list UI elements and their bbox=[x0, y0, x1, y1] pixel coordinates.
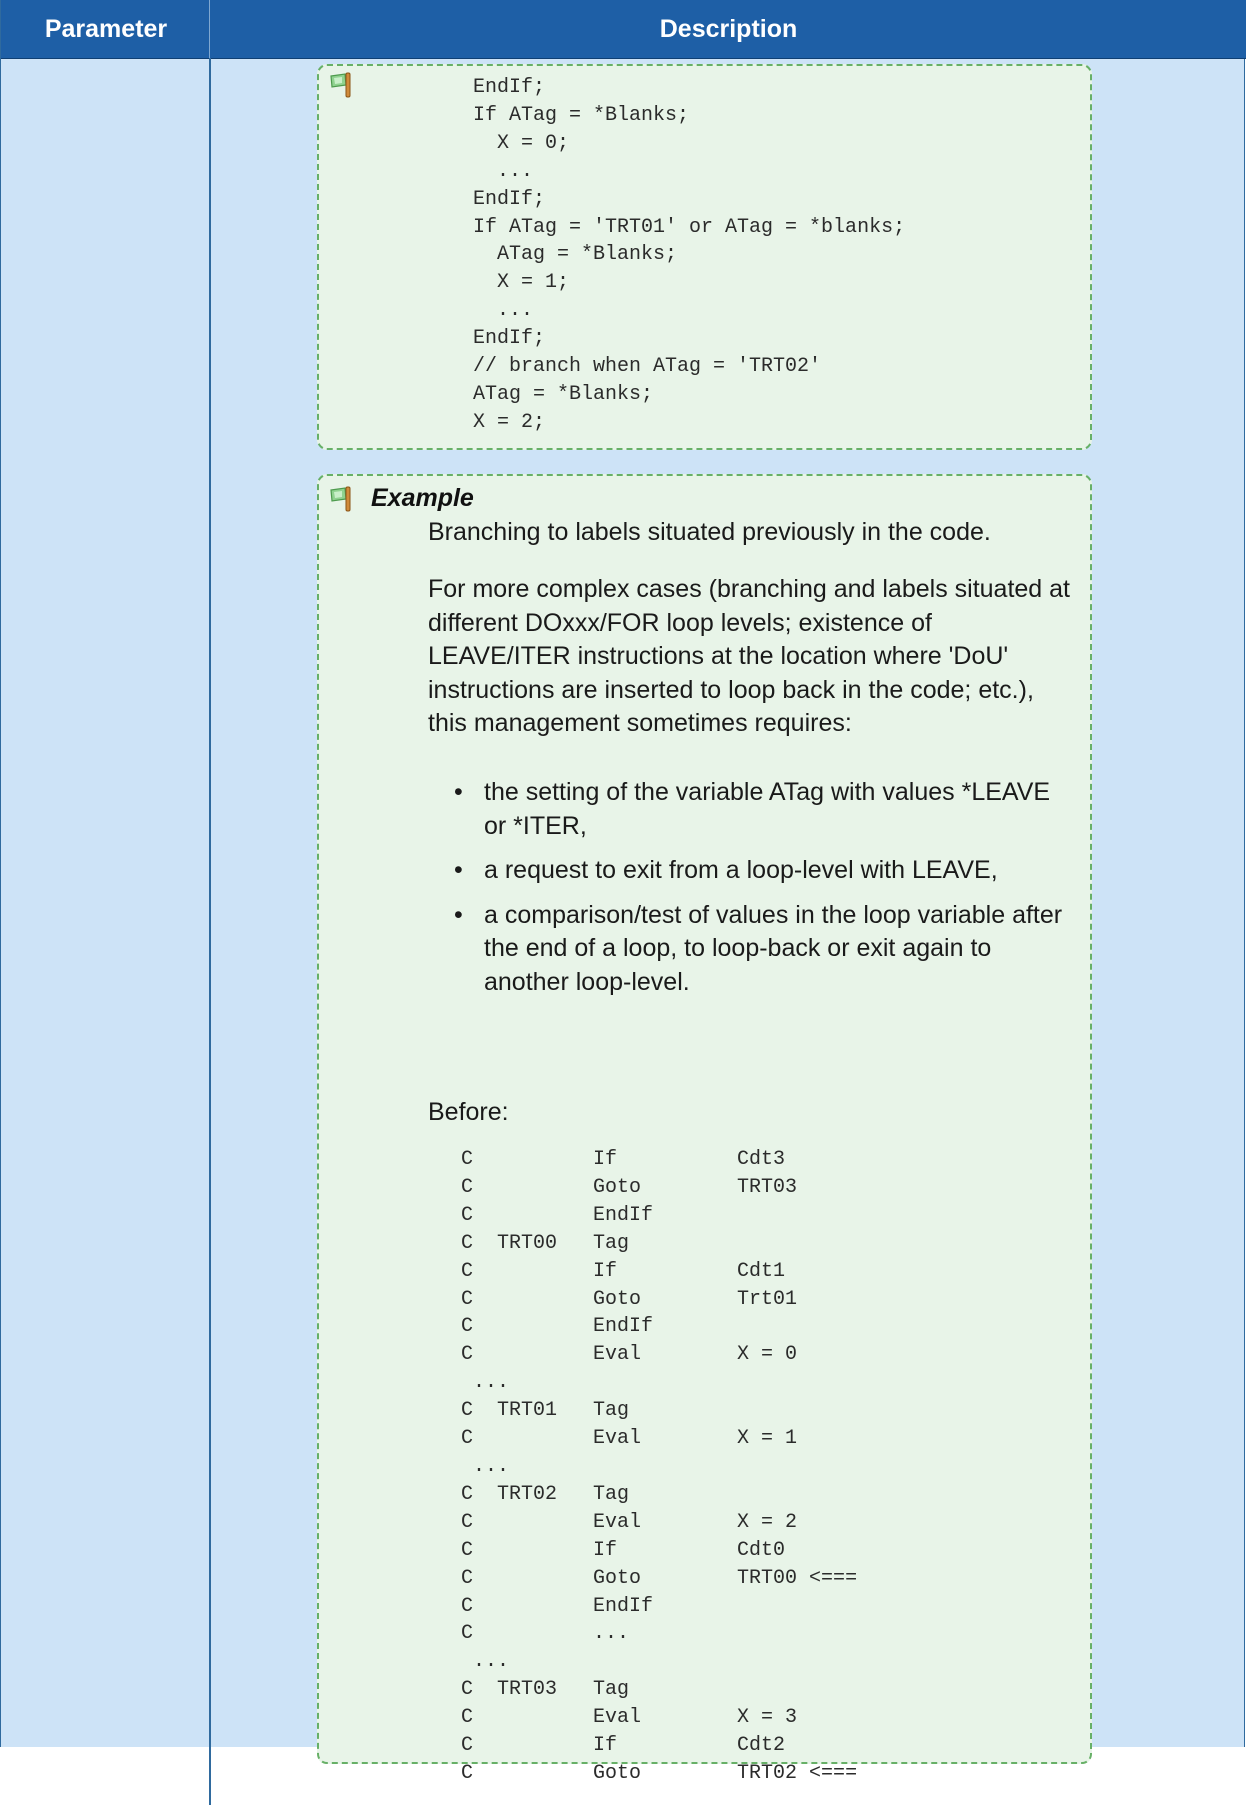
code-snippet-free-form: EndIf; If ATag = *Blanks; X = 0; ... End… bbox=[473, 76, 906, 434]
example-note-box: Example Branching to labels situated pre… bbox=[317, 474, 1092, 1785]
example-paragraph: For more complex cases (branching and la… bbox=[428, 575, 1070, 737]
code-snippet-fixed-format: C If Cdt3 C Goto TRT03 C EndIf C TRT00 T… bbox=[461, 1148, 858, 1785]
parameter-table: Parameter Description EndIf; If ATag = *… bbox=[0, 0, 1246, 1805]
list-item: the setting of the variable ATag with va… bbox=[454, 776, 1078, 843]
table-header: Parameter Description bbox=[1, 0, 1246, 59]
column-header-parameter: Parameter bbox=[44, 15, 168, 43]
requirements-list: the setting of the variable ATag with va… bbox=[428, 776, 1078, 1010]
code-note-box: EndIf; If ATag = *Blanks; X = 0; ... End… bbox=[317, 64, 1092, 450]
column-header-description: Description bbox=[659, 15, 798, 43]
list-item: a comparison/test of values in the loop … bbox=[454, 899, 1078, 1000]
example-intro: Branching to labels situated previously … bbox=[428, 518, 991, 546]
column-divider bbox=[209, 58, 211, 1805]
note-flag-icon bbox=[330, 486, 351, 512]
header-divider bbox=[209, 0, 210, 58]
note-flag-icon bbox=[330, 72, 351, 98]
list-item: a request to exit from a loop-level with… bbox=[454, 854, 1078, 888]
example-title: Example bbox=[371, 484, 474, 512]
before-label: Before: bbox=[428, 1098, 509, 1126]
